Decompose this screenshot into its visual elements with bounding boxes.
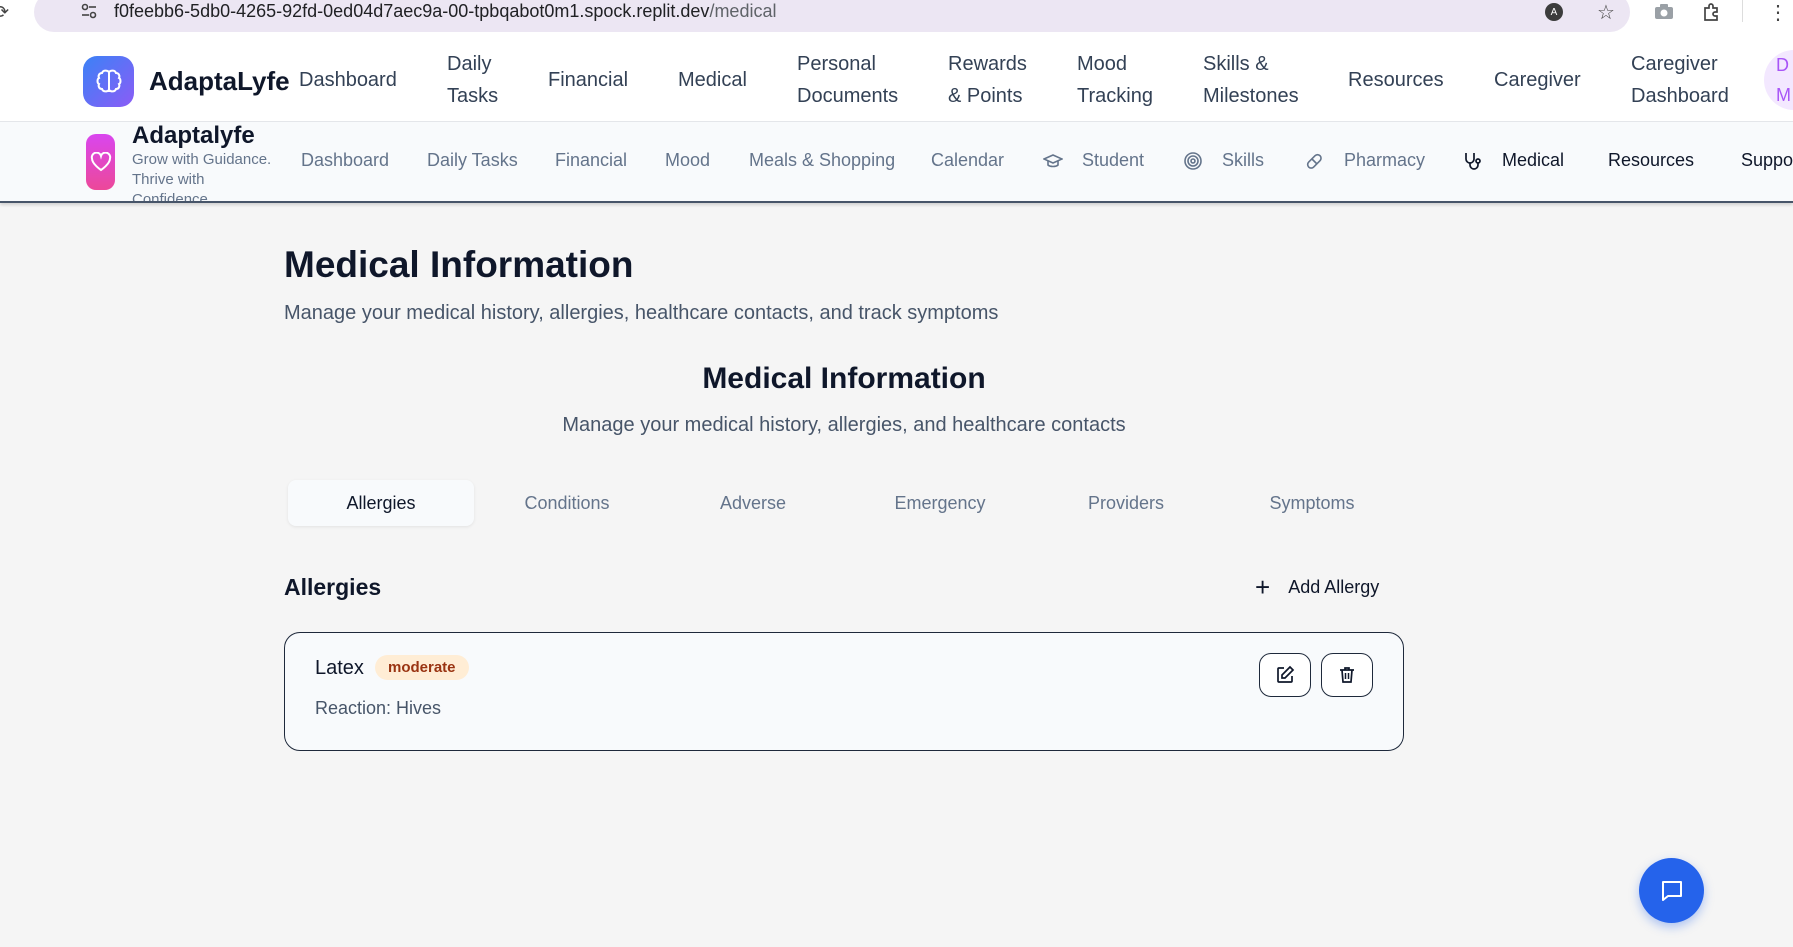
sub-nav-meals-shopping[interactable]: Meals & Shopping [749, 150, 895, 171]
graduation-cap-icon [1043, 154, 1063, 168]
add-allergy-button[interactable]: + Add Allergy [1245, 568, 1389, 606]
extensions-icon[interactable] [1699, 0, 1723, 24]
chat-button[interactable] [1639, 858, 1704, 923]
top-nav-caregiver-dashboard[interactable]: Caregiver Dashboard [1631, 48, 1729, 112]
top-nav-label: Caregiver [1494, 69, 1581, 91]
trash-icon [1340, 667, 1354, 683]
sub-nav-mood[interactable]: Mood [665, 150, 710, 171]
tab-allergies[interactable]: Allergies [288, 480, 474, 526]
sub-nav-daily-tasks[interactable]: Daily Tasks [427, 150, 518, 171]
top-nav-label: Personal [797, 53, 876, 75]
page-subtitle: Manage your medical history, allergies, … [284, 302, 999, 324]
brand-name[interactable]: AdaptaLyfe [149, 66, 290, 97]
top-nav-label: Medical [678, 69, 747, 91]
section-subtitle: Manage your medical history, allergies, … [562, 414, 1126, 436]
address-bar[interactable]: f0feebb6-5db0-4265-92fd-0ed04d7aec9a-00-… [34, 0, 1630, 32]
sub-nav-pharmacy[interactable]: Pharmacy [1344, 150, 1425, 171]
heart-logo-icon[interactable] [86, 134, 115, 190]
top-nav-caregiver[interactable]: Caregiver [1494, 64, 1581, 96]
browser-toolbar: ⟳ f0feebb6-5db0-4265-92fd-0ed04d7aec9a-0… [0, 0, 1793, 40]
tab-providers[interactable]: Providers [1033, 480, 1219, 526]
sub-nav-medical[interactable]: Medical [1502, 150, 1564, 171]
top-nav-daily-tasks[interactable]: Daily Tasks [447, 48, 498, 112]
bookmark-star-icon[interactable]: ☆ [1594, 0, 1618, 24]
top-nav-skills-milestones[interactable]: Skills & Milestones [1203, 48, 1299, 112]
edit-allergy-button[interactable] [1259, 653, 1311, 697]
top-nav-label: Caregiver [1631, 53, 1718, 75]
sub-brand-name[interactable]: Adaptalyfe [132, 122, 255, 150]
top-nav-label: Rewards [948, 53, 1027, 75]
url-host: f0feebb6-5db0-4265-92fd-0ed04d7aec9a-00-… [114, 1, 710, 21]
top-nav-resources[interactable]: Resources [1348, 64, 1444, 96]
top-nav-label-line2: Dashboard [1631, 85, 1729, 107]
sub-nav-resources[interactable]: Resources [1608, 150, 1694, 171]
user-avatar[interactable]: DM [1764, 50, 1793, 110]
top-nav-label: Resources [1348, 69, 1444, 91]
plus-icon: + [1255, 572, 1271, 602]
top-nav-financial[interactable]: Financial [548, 64, 628, 96]
brain-logo-icon[interactable] [83, 56, 134, 107]
profile-icon[interactable]: A [1542, 0, 1566, 24]
sub-nav-student[interactable]: Student [1082, 150, 1144, 171]
camera-icon[interactable] [1652, 0, 1676, 24]
top-nav-label-line2: & Points [948, 85, 1023, 107]
top-nav-label: Mood [1077, 53, 1128, 75]
target-icon [1184, 152, 1202, 170]
top-nav-rewards-points[interactable]: Rewards & Points [948, 48, 1027, 112]
top-navigation: AdaptaLyfe Dashboard Daily Tasks Financia… [0, 40, 1793, 122]
sub-nav-dashboard[interactable]: Dashboard [301, 150, 389, 171]
chat-icon [1661, 880, 1682, 901]
brand-tagline: Grow with Guidance. Thrive with Confiden… [132, 151, 272, 203]
page-title: Medical Information [284, 244, 634, 285]
add-allergy-label: Add Allergy [1288, 576, 1380, 597]
sub-nav-skills[interactable]: Skills [1222, 150, 1264, 171]
top-nav-dashboard[interactable]: Dashboard [299, 64, 397, 96]
toolbar-divider [1742, 0, 1743, 22]
top-nav-label-line2: Documents [797, 85, 899, 107]
top-nav-medical[interactable]: Medical [678, 64, 747, 96]
pill-icon [1306, 153, 1322, 169]
allergy-reaction: Reaction: Hives [315, 698, 442, 718]
more-menu-icon[interactable]: ⋮ [1766, 0, 1790, 24]
secondary-navigation: Adaptalyfe Grow with Guidance. Thrive wi… [0, 122, 1793, 203]
reload-icon[interactable]: ⟳ [0, 2, 9, 23]
allergies-heading: Allergies [284, 574, 382, 600]
sub-nav-calendar[interactable]: Calendar [931, 150, 1004, 171]
url-path: /medical [709, 1, 777, 21]
profile-initial: A [1545, 3, 1563, 21]
medical-tabs: Allergies Conditions Adverse Emergency P… [284, 480, 1404, 526]
sub-nav-financial[interactable]: Financial [555, 150, 627, 171]
top-nav-label: Dashboard [299, 69, 397, 91]
top-nav-label-line2: Tasks [447, 85, 499, 107]
top-nav-label: Daily [447, 53, 492, 75]
allergy-card: Latex moderate Reaction: Hives [284, 632, 1404, 751]
tab-emergency[interactable]: Emergency [847, 480, 1033, 526]
section-title: Medical Information [702, 362, 986, 395]
tab-conditions[interactable]: Conditions [474, 480, 660, 526]
allergy-name: Latex [315, 657, 364, 679]
top-nav-label: Skills & [1203, 53, 1269, 75]
severity-badge: moderate [375, 655, 469, 680]
sub-nav-support[interactable]: Suppo [1741, 150, 1793, 171]
delete-allergy-button[interactable] [1321, 653, 1373, 697]
site-settings-icon[interactable] [79, 1, 99, 21]
top-nav-label-line2: Tracking [1077, 85, 1153, 107]
top-nav-label-line2: Milestones [1203, 85, 1299, 107]
top-nav-personal-documents[interactable]: Personal Documents [797, 48, 898, 112]
edit-icon [1277, 665, 1295, 683]
url-text[interactable]: f0feebb6-5db0-4265-92fd-0ed04d7aec9a-00-… [114, 1, 776, 22]
tab-symptoms[interactable]: Symptoms [1219, 480, 1405, 526]
avatar-text-line2: M [1776, 85, 1791, 105]
top-nav-mood-tracking[interactable]: Mood Tracking [1077, 48, 1153, 112]
top-nav-label: Financial [548, 69, 629, 91]
stethoscope-icon [1465, 153, 1481, 170]
tab-adverse[interactable]: Adverse [660, 480, 846, 526]
avatar-text: D [1776, 55, 1789, 75]
